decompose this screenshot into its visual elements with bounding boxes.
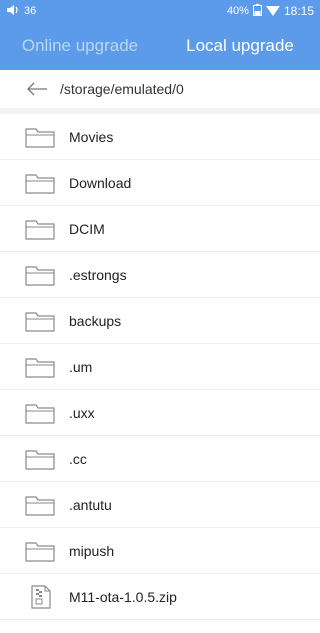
list-item[interactable]: Movies (0, 114, 320, 160)
file-name: DCIM (69, 220, 105, 237)
status-bar: 36 40% 18:15 (0, 0, 320, 22)
folder-icon (25, 539, 55, 563)
upgrade-tabs: Online upgrade Local upgrade (0, 22, 320, 70)
folder-icon (25, 447, 55, 471)
folder-icon (25, 171, 55, 195)
list-item[interactable]: .um (0, 344, 320, 390)
list-item[interactable]: backups (0, 298, 320, 344)
folder-icon (25, 217, 55, 241)
tab-online-upgrade[interactable]: Online upgrade (0, 22, 160, 70)
folder-icon (25, 401, 55, 425)
file-name: .cc (69, 450, 87, 467)
folder-icon (25, 263, 55, 287)
list-item[interactable]: .uxx (0, 390, 320, 436)
list-item[interactable]: Download (0, 160, 320, 206)
battery-icon (252, 3, 262, 19)
wifi-icon (265, 4, 280, 19)
status-right: 40% 18:15 (226, 3, 314, 19)
folder-icon (25, 493, 55, 517)
current-path: /storage/emulated/0 (60, 81, 184, 97)
volume-level: 36 (24, 5, 37, 17)
battery-percent: 40% (226, 5, 249, 17)
folder-icon (25, 125, 55, 149)
file-name: .antutu (69, 496, 112, 513)
file-name: .um (69, 358, 93, 375)
file-name: .uxx (69, 404, 95, 421)
file-name: .estrongs (69, 266, 127, 283)
file-name: Movies (69, 128, 114, 145)
list-item[interactable]: DCIM (0, 206, 320, 252)
file-name: M11-ota-1.0.5.zip (69, 588, 177, 605)
list-item[interactable]: .antutu (0, 482, 320, 528)
file-list: Movies Download DCIM .estrongs backups .… (0, 114, 320, 620)
file-name: backups (69, 312, 122, 329)
folder-icon (25, 355, 55, 379)
tab-local-upgrade[interactable]: Local upgrade (160, 22, 320, 70)
list-item[interactable]: .cc (0, 436, 320, 482)
volume-icon (6, 4, 20, 19)
file-name: Download (69, 174, 132, 191)
folder-icon (25, 309, 55, 333)
back-arrow-icon[interactable] (26, 82, 48, 96)
list-item[interactable]: mipush (0, 528, 320, 574)
zip-file-icon (25, 584, 55, 609)
list-item[interactable]: M11-ota-1.0.5.zip (0, 574, 320, 620)
list-item[interactable]: .estrongs (0, 252, 320, 298)
status-left: 36 (6, 4, 36, 19)
clock: 18:15 (283, 4, 314, 18)
file-name: mipush (69, 542, 115, 559)
path-bar: /storage/emulated/0 (0, 70, 320, 114)
